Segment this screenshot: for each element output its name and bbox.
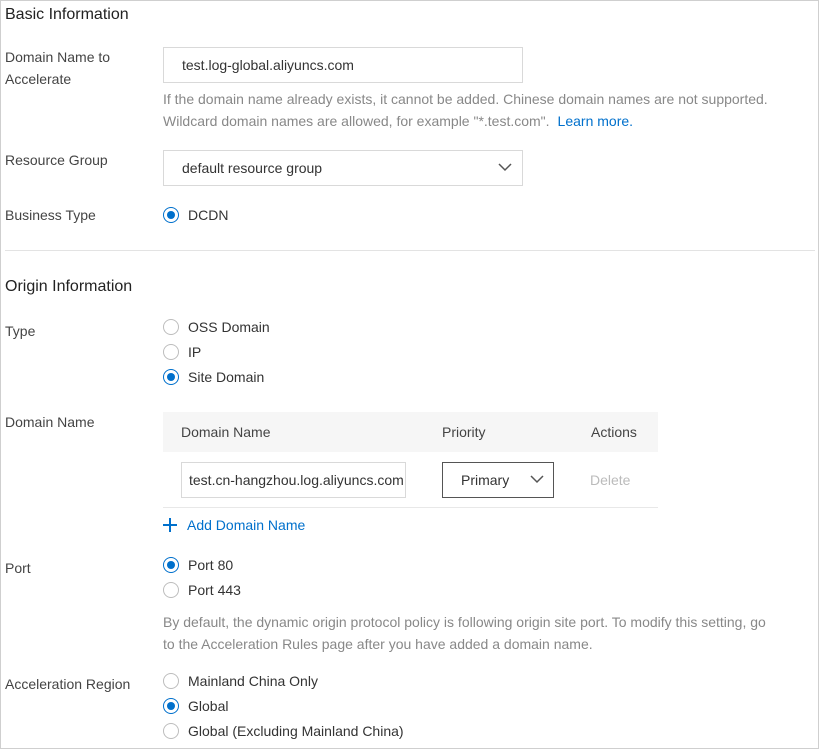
radio-icon xyxy=(163,698,179,714)
domain-help-text: Wildcard domain names are allowed, for e… xyxy=(163,113,550,129)
resource-group-value: default resource group xyxy=(182,160,323,176)
region-global-radio[interactable]: Global xyxy=(163,696,228,716)
radio-icon xyxy=(163,673,179,689)
radio-label: IP xyxy=(188,344,202,360)
domain-help-line1: If the domain name already exists, it ca… xyxy=(163,91,768,107)
radio-icon xyxy=(163,319,179,335)
resource-group-select[interactable]: default resource group xyxy=(163,150,523,186)
radio-icon xyxy=(163,344,179,360)
type-oss-domain-radio[interactable]: OSS Domain xyxy=(163,317,270,337)
add-domain-label: Add Domain Name xyxy=(187,517,306,533)
resource-group-label: Resource Group xyxy=(5,152,108,168)
type-site-domain-radio[interactable]: Site Domain xyxy=(163,367,264,387)
domain-name-label: Domain Name xyxy=(5,414,95,430)
table-row-divider xyxy=(163,507,658,508)
basic-info-title: Basic Information xyxy=(5,6,129,23)
chevron-down-icon[interactable] xyxy=(530,474,544,484)
radio-icon xyxy=(163,723,179,739)
column-header-priority: Priority xyxy=(442,424,486,440)
origin-domain-input[interactable]: test.cn-hangzhou.log.aliyuncs.com xyxy=(181,462,406,498)
region-global-excluding-radio[interactable]: Global (Excluding Mainland China) xyxy=(163,721,404,741)
radio-label: Site Domain xyxy=(188,369,265,385)
domain-input[interactable]: test.log-global.aliyuncs.com xyxy=(163,47,523,83)
chevron-down-icon[interactable] xyxy=(498,162,512,172)
column-header-domain: Domain Name xyxy=(181,424,271,440)
origin-info-title: Origin Information xyxy=(5,278,133,295)
region-label: Acceleration Region xyxy=(5,676,131,692)
port-help-line2: to the Acceleration Rules page after you… xyxy=(163,636,593,652)
radio-label: Port 443 xyxy=(188,582,241,598)
learn-more-link[interactable]: Learn more. xyxy=(558,113,633,129)
radio-icon xyxy=(163,207,179,223)
radio-icon xyxy=(163,582,179,598)
port-443-radio[interactable]: Port 443 xyxy=(163,580,241,600)
domain-label-line2: Accelerate xyxy=(5,71,72,87)
business-type-label: Business Type xyxy=(5,207,96,223)
radio-label: Mainland China Only xyxy=(188,673,318,689)
radio-label: Global (Excluding Mainland China) xyxy=(188,723,404,739)
form-panel: Basic Information Domain Name to Acceler… xyxy=(0,0,819,749)
domain-help-line2: Wildcard domain names are allowed, for e… xyxy=(163,110,633,132)
region-mainland-radio[interactable]: Mainland China Only xyxy=(163,671,318,691)
radio-label: Port 80 xyxy=(188,557,234,573)
add-domain-button[interactable]: Add Domain Name xyxy=(163,517,305,533)
column-header-actions: Actions xyxy=(591,424,637,440)
port-help-line1: By default, the dynamic origin protocol … xyxy=(163,614,766,630)
section-divider xyxy=(5,250,815,251)
delete-button[interactable]: Delete xyxy=(590,470,630,490)
port-label: Port xyxy=(5,560,31,576)
radio-label: OSS Domain xyxy=(188,319,270,335)
priority-value: Primary xyxy=(461,472,510,488)
business-type-dcdn-radio[interactable]: DCDN xyxy=(163,205,228,225)
type-ip-radio[interactable]: IP xyxy=(163,342,201,362)
radio-icon xyxy=(163,557,179,573)
radio-label: DCDN xyxy=(188,207,229,223)
plus-icon xyxy=(163,518,177,532)
type-label: Type xyxy=(5,323,36,339)
radio-icon xyxy=(163,369,179,385)
domain-label-line1: Domain Name to xyxy=(5,49,111,65)
port-80-radio[interactable]: Port 80 xyxy=(163,555,233,575)
domain-label: Domain Name to Accelerate xyxy=(5,46,110,90)
radio-label: Global xyxy=(188,698,229,714)
